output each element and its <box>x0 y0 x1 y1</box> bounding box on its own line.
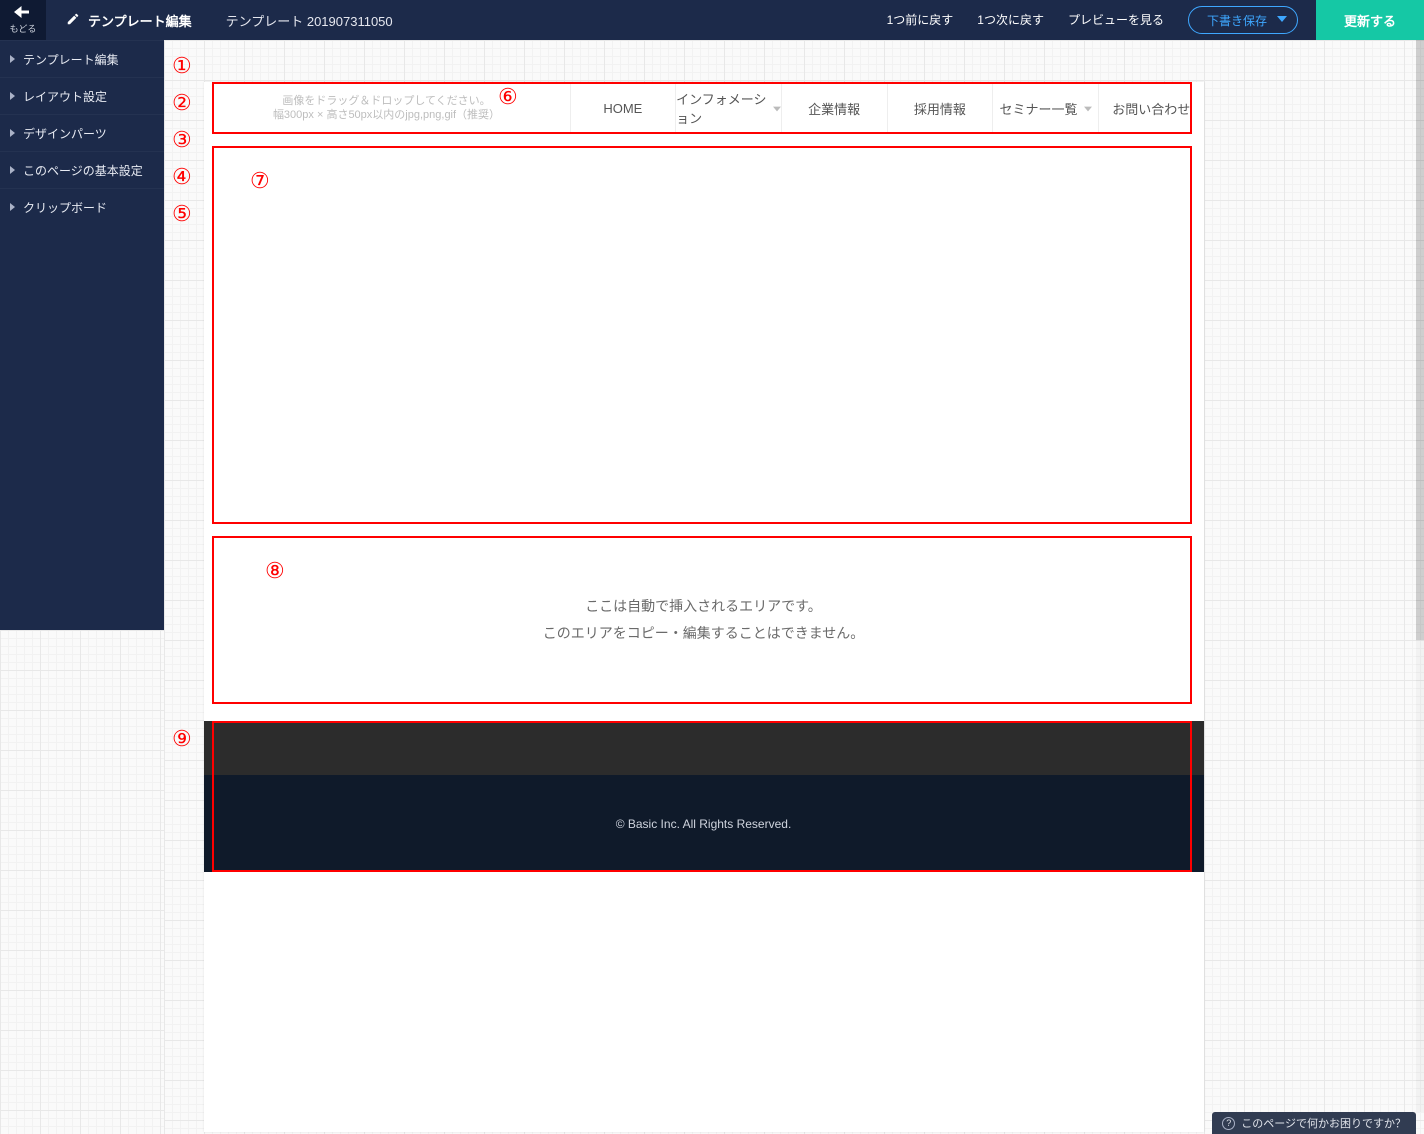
auto-area-line2: このエリアをコピー・編集することはできません。 <box>543 620 865 647</box>
annotation-3: ③ <box>172 127 192 153</box>
scrollbar-thumb[interactable] <box>1416 40 1424 640</box>
header-nav-row: 画像をドラッグ＆ドロップしてください。 幅300px × 高さ50px以内のjp… <box>204 82 1204 134</box>
sidebar-item-layout-settings[interactable]: レイアウト設定 <box>0 77 164 114</box>
nav-item-label: お問い合わせ <box>1112 99 1190 118</box>
help-chip[interactable]: ? このページで何かお困りですか？ <box>1212 1112 1416 1134</box>
logo-drop-line1: 画像をドラッグ＆ドロップしてください。 <box>282 94 490 108</box>
sidebar: テンプレート編集 レイアウト設定 デザインパーツ このページの基本設定 クリップ… <box>0 40 164 630</box>
caret-down-icon <box>1277 13 1287 27</box>
triangle-right-icon <box>10 92 15 100</box>
logo-drop-line2: 幅300px × 高さ50px以内のjpg,png,gif（推奨） <box>273 108 500 122</box>
footer-block[interactable]: © Basic Inc. All Rights Reserved. <box>204 721 1204 872</box>
page-title-group: テンプレート編集 <box>46 11 212 30</box>
update-label: 更新する <box>1344 11 1396 30</box>
sidebar-item-label: このページの基本設定 <box>23 162 143 179</box>
artboard[interactable]: 画像をドラッグ＆ドロップしてください。 幅300px × 高さ50px以内のjp… <box>204 82 1204 1132</box>
hero-content-area[interactable] <box>204 146 1204 524</box>
page-title: テンプレート編集 <box>88 11 192 30</box>
triangle-right-icon <box>10 55 15 63</box>
auto-area-line1: ここは自動で挿入されるエリアです。 <box>585 593 822 620</box>
footer-copyright: © Basic Inc. All Rights Reserved. <box>616 817 792 831</box>
nav-item-label: インフォメーション <box>676 89 767 127</box>
annotation-5: ⑤ <box>172 201 192 227</box>
triangle-right-icon <box>10 203 15 211</box>
top-actions: 1つ前に戻す 1つ次に戻す プレビューを見る 下書き保存 更新する <box>877 0 1424 40</box>
preview-link[interactable]: プレビューを見る <box>1058 0 1174 40</box>
sidebar-item-label: レイアウト設定 <box>23 88 107 105</box>
footer-top-bar <box>204 721 1204 775</box>
sidebar-item-design-parts[interactable]: デザインパーツ <box>0 114 164 151</box>
help-chip-text: このページで何かお困りですか？ <box>1241 1115 1406 1131</box>
nav-item-contact[interactable]: お問い合わせ <box>1099 82 1204 134</box>
canvas-grid-left <box>0 630 164 1134</box>
top-bar: もどる テンプレート編集 テンプレート 201907311050 1つ前に戻す … <box>0 0 1424 40</box>
sidebar-item-template-edit[interactable]: テンプレート編集 <box>0 40 164 77</box>
chevron-down-icon <box>773 101 781 116</box>
nav-wrap: HOME インフォメーション 企業情報 採用情報 セミナー一覧 お問い合わせ <box>571 82 1204 134</box>
sidebar-item-label: デザインパーツ <box>23 125 107 142</box>
sidebar-item-label: テンプレート編集 <box>23 51 119 68</box>
chevron-down-icon <box>1084 101 1092 116</box>
draft-save-button[interactable]: 下書き保存 <box>1188 6 1298 34</box>
undo-link[interactable]: 1つ前に戻す <box>877 0 964 40</box>
annotation-9: ⑨ <box>172 726 192 752</box>
sidebar-item-clipboard[interactable]: クリップボード <box>0 188 164 225</box>
redo-link[interactable]: 1つ次に戻す <box>967 0 1054 40</box>
annotation-7: ⑦ <box>250 168 270 194</box>
nav-item-home[interactable]: HOME <box>571 82 677 134</box>
sidebar-item-page-basic-settings[interactable]: このページの基本設定 <box>0 151 164 188</box>
nav-item-seminars[interactable]: セミナー一覧 <box>993 82 1099 134</box>
scrollbar[interactable] <box>1416 40 1424 1112</box>
nav-item-information[interactable]: インフォメーション <box>676 82 782 134</box>
triangle-right-icon <box>10 129 15 137</box>
nav-item-label: 採用情報 <box>914 99 966 118</box>
nav-item-label: 企業情報 <box>808 99 860 118</box>
title-group: テンプレート編集 テンプレート 201907311050 <box>46 0 407 40</box>
annotation-4: ④ <box>172 164 192 190</box>
annotation-1: ① <box>172 53 192 79</box>
draft-save-label: 下書き保存 <box>1207 12 1267 29</box>
nav-item-recruit[interactable]: 採用情報 <box>888 82 994 134</box>
auto-insert-area: ここは自動で挿入されるエリアです。 このエリアをコピー・編集することはできません… <box>204 536 1204 704</box>
triangle-right-icon <box>10 166 15 174</box>
help-icon: ? <box>1222 1117 1235 1130</box>
back-label: もどる <box>10 22 37 35</box>
back-button[interactable]: もどる <box>0 0 46 40</box>
sidebar-item-label: クリップボード <box>23 199 107 216</box>
annotation-6: ⑥ <box>498 84 518 110</box>
footer-bottom-bar: © Basic Inc. All Rights Reserved. <box>204 775 1204 872</box>
nav-item-label: HOME <box>603 101 642 116</box>
pencil-icon <box>66 12 80 29</box>
annotation-8: ⑧ <box>265 558 285 584</box>
nav-item-company[interactable]: 企業情報 <box>782 82 888 134</box>
update-button[interactable]: 更新する <box>1316 0 1424 40</box>
annotation-2: ② <box>172 90 192 116</box>
document-name: テンプレート 201907311050 <box>212 11 407 30</box>
back-arrow-icon <box>14 5 32 22</box>
nav-item-label: セミナー一覧 <box>1000 99 1078 118</box>
